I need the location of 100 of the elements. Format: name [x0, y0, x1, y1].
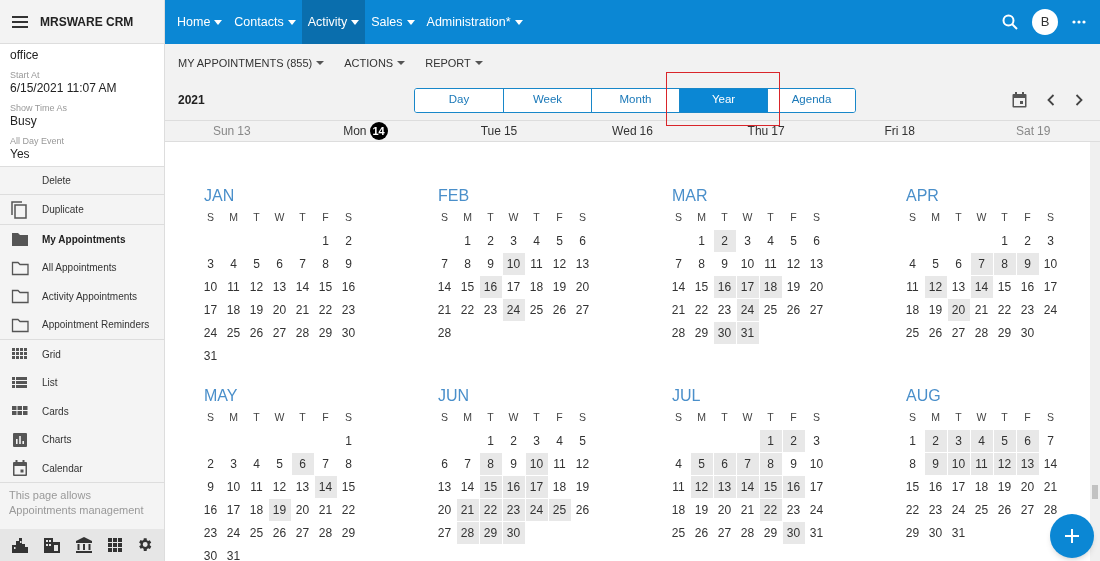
day-number[interactable]: 31 [951, 525, 966, 540]
busy-day[interactable]: 30 [502, 521, 525, 544]
busy-day[interactable]: 14 [314, 475, 337, 498]
day-number[interactable]: 3 [1047, 233, 1054, 248]
day-number[interactable]: 7 [441, 256, 448, 271]
day-number[interactable]: 7 [1047, 433, 1054, 448]
day-number[interactable]: 8 [909, 456, 916, 471]
day-number[interactable]: 17 [506, 279, 521, 294]
day-number[interactable]: 14 [437, 279, 452, 294]
day-number[interactable]: 25 [905, 325, 920, 340]
busy-day[interactable]: 7 [970, 252, 993, 275]
day-number[interactable]: 2 [487, 233, 494, 248]
day-number[interactable]: 11 [530, 256, 543, 271]
apps-grid-icon[interactable] [107, 537, 122, 552]
busy-day[interactable]: 7 [736, 452, 759, 475]
month-title[interactable]: JAN [199, 186, 235, 206]
day-number[interactable]: 21 [318, 502, 333, 517]
day-number[interactable]: 28 [1043, 502, 1058, 517]
day-number[interactable]: 15 [318, 279, 333, 294]
day-number[interactable]: 23 [717, 302, 732, 317]
day-number[interactable]: 8 [698, 256, 705, 271]
busy-day[interactable]: 10 [947, 452, 970, 475]
day-number[interactable]: 4 [675, 456, 682, 471]
busy-day[interactable]: 3 [947, 429, 970, 452]
day-number[interactable]: 24 [951, 502, 966, 517]
day-number[interactable]: 8 [322, 256, 329, 271]
day-number[interactable]: 24 [226, 525, 241, 540]
day-number[interactable]: 1 [909, 433, 916, 448]
nav-menu[interactable]: Administration* [420, 0, 529, 44]
day-number[interactable]: 30 [341, 325, 356, 340]
day-number[interactable]: 30 [928, 525, 943, 540]
day-number[interactable]: 12 [249, 279, 264, 294]
day-number[interactable]: 2 [207, 456, 214, 471]
busy-day[interactable]: 21 [456, 498, 479, 521]
day-number[interactable]: 13 [295, 479, 310, 494]
day-number[interactable]: 28 [295, 325, 310, 340]
day-number[interactable]: 14 [671, 279, 686, 294]
day-number[interactable]: 5 [556, 233, 563, 248]
day-number[interactable]: 1 [487, 433, 494, 448]
day-number[interactable]: 17 [203, 302, 218, 317]
busy-day[interactable]: 31 [736, 321, 759, 344]
day-number[interactable]: 11 [672, 479, 685, 494]
day-number[interactable]: 9 [510, 456, 517, 471]
day-number[interactable]: 11 [227, 279, 240, 294]
day-number[interactable]: 1 [322, 233, 329, 248]
day-number[interactable]: 19 [928, 302, 943, 317]
busy-day[interactable]: 2 [924, 429, 947, 452]
day-number[interactable]: 6 [955, 256, 962, 271]
day-number[interactable]: 15 [694, 279, 709, 294]
busy-day[interactable]: 24 [525, 498, 548, 521]
day-number[interactable]: 9 [721, 256, 728, 271]
day-number[interactable]: 11 [553, 456, 566, 471]
busy-day[interactable]: 25 [548, 498, 571, 521]
day-number[interactable]: 7 [464, 456, 471, 471]
day-number[interactable]: 24 [203, 325, 218, 340]
day-number[interactable]: 29 [694, 325, 709, 340]
day-number[interactable]: 12 [786, 256, 801, 271]
day-number[interactable]: 25 [974, 502, 989, 517]
day-number[interactable]: 20 [575, 279, 590, 294]
day-number[interactable]: 4 [533, 233, 540, 248]
day-number[interactable]: 10 [740, 256, 755, 271]
folder-item[interactable]: Appointment Reminders [42, 317, 150, 333]
day-number[interactable]: 17 [1043, 279, 1058, 294]
previous-icon[interactable] [1047, 94, 1055, 106]
day-number[interactable]: 15 [341, 479, 356, 494]
busy-day[interactable]: 29 [479, 521, 502, 544]
day-number[interactable]: 18 [249, 502, 264, 517]
busy-day[interactable]: 8 [479, 452, 502, 475]
busy-day[interactable]: 19 [268, 498, 291, 521]
day-number[interactable]: 2 [1024, 233, 1031, 248]
day-number[interactable]: 4 [767, 233, 774, 248]
day-number[interactable]: 22 [341, 502, 356, 517]
day-number[interactable]: 23 [1020, 302, 1035, 317]
day-number[interactable]: 4 [253, 456, 260, 471]
day-number[interactable]: 12 [552, 256, 567, 271]
day-number[interactable]: 20 [809, 279, 824, 294]
busy-day[interactable]: 15 [759, 475, 782, 498]
day-number[interactable]: 4 [556, 433, 563, 448]
busy-day[interactable]: 16 [502, 475, 525, 498]
day-number[interactable]: 25 [226, 325, 241, 340]
busy-day[interactable]: 13 [713, 475, 736, 498]
day-number[interactable]: 20 [272, 302, 287, 317]
day-number[interactable]: 11 [250, 479, 263, 494]
day-number[interactable]: 3 [230, 456, 237, 471]
next-icon[interactable] [1075, 94, 1083, 106]
busy-day[interactable]: 8 [759, 452, 782, 475]
day-number[interactable]: 28 [318, 525, 333, 540]
busy-day[interactable]: 11 [970, 452, 993, 475]
day-number[interactable]: 27 [809, 302, 824, 317]
busy-day[interactable]: 10 [502, 252, 525, 275]
day-number[interactable]: 15 [997, 279, 1012, 294]
day-number[interactable]: 18 [226, 302, 241, 317]
day-number[interactable]: 23 [483, 302, 498, 317]
busy-day[interactable]: 16 [782, 475, 805, 498]
busy-day[interactable]: 12 [924, 275, 947, 298]
month-title[interactable]: AUG [901, 386, 941, 406]
day-number[interactable]: 27 [1020, 502, 1035, 517]
busy-day[interactable]: 15 [479, 475, 502, 498]
day-number[interactable]: 5 [790, 233, 797, 248]
day-number[interactable]: 15 [460, 279, 475, 294]
